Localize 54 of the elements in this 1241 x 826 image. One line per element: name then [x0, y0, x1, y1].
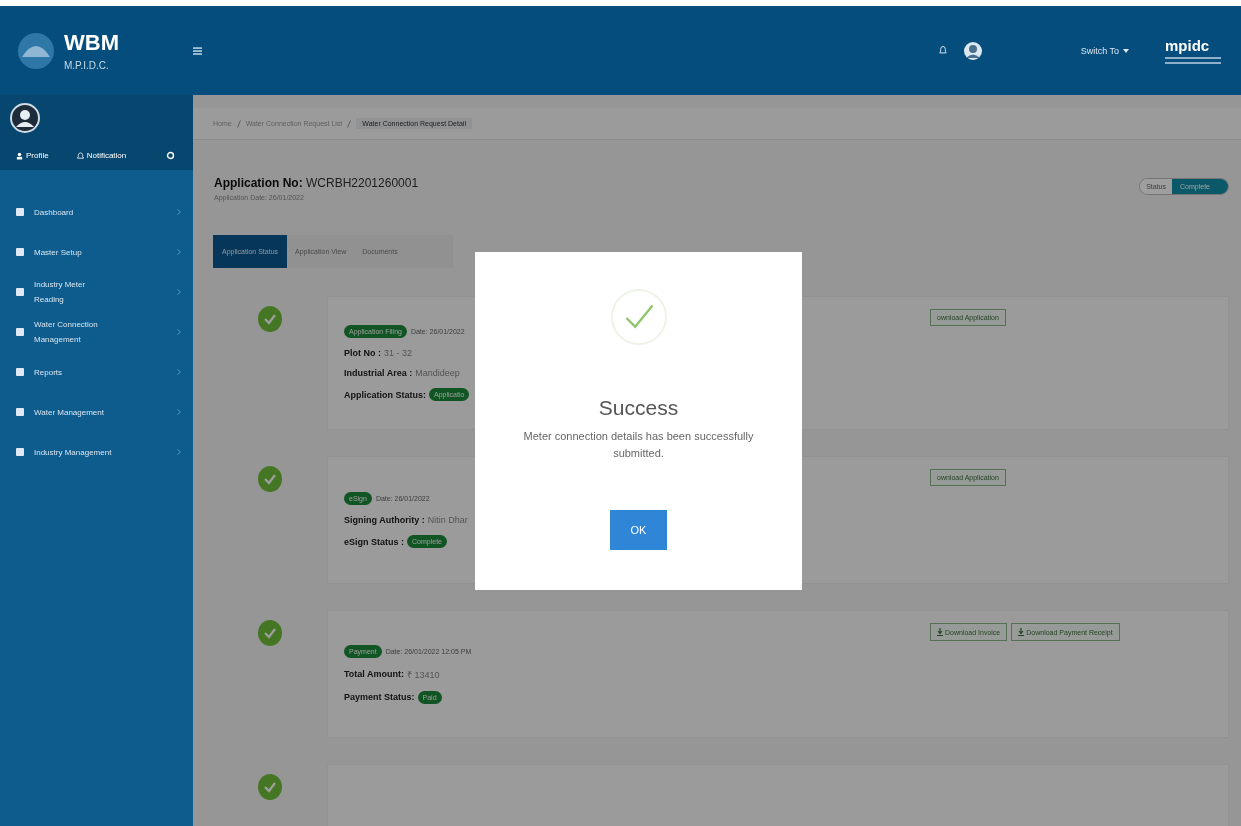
field-label: Signing Authority :	[344, 515, 425, 525]
menu-item-icon	[16, 448, 24, 456]
notification-link[interactable]: Notification	[76, 151, 127, 160]
app-name: WBM	[64, 30, 119, 56]
dialog-title: Success	[598, 396, 679, 420]
sidebar-item[interactable]: Master Setup	[0, 232, 193, 272]
menu-item-icon	[16, 248, 24, 256]
app-subtitle: M.P.I.D.C.	[64, 60, 110, 71]
sidebar-item[interactable]: Water Connection Management	[0, 312, 193, 352]
sidebar-item[interactable]: Industry Management	[0, 432, 193, 472]
user-avatar-icon[interactable]	[962, 40, 983, 61]
profile-avatar-icon	[10, 103, 40, 133]
dialog-message: Meter connection details has been successfully submitted.	[522, 429, 755, 461]
bell-icon[interactable]	[938, 45, 947, 56]
profile-link[interactable]: Profile	[16, 151, 49, 160]
chevron-icon	[177, 209, 181, 215]
slash-icon	[236, 119, 241, 128]
chevron-icon	[177, 249, 181, 255]
person-icon	[16, 151, 23, 160]
sidebar-item[interactable]: Dashboard	[0, 192, 193, 232]
ok-button[interactable]: OK	[610, 510, 667, 550]
field-label: Plot No :	[344, 348, 381, 358]
field-value: Mandideep	[415, 368, 460, 378]
menu-item-icon	[16, 408, 24, 416]
sidebar-item[interactable]: Water Management	[0, 392, 193, 432]
menu-item-icon	[16, 368, 24, 376]
sidebar-item[interactable]: Industry Meter Reading	[0, 272, 193, 312]
chevron-icon	[177, 409, 181, 415]
field-value: 31 - 32	[384, 348, 413, 358]
field-label: eSign Status :	[344, 536, 404, 547]
field-value: ₹ 13410	[407, 668, 440, 681]
field-label: Total Amount:	[344, 669, 404, 679]
chevron-icon	[177, 449, 181, 455]
field-label: Industrial Area :	[344, 368, 413, 378]
chevron-icon	[177, 329, 181, 335]
sidebar-item[interactable]: Reports	[0, 352, 193, 392]
application-number: Application No: WCRBH2201260001	[214, 176, 419, 190]
menu-icon[interactable]	[193, 45, 202, 56]
caret-icon	[1123, 48, 1129, 53]
field-label: Payment Status:	[344, 692, 415, 702]
menu-item-icon	[16, 208, 24, 216]
chevron-icon	[177, 289, 181, 295]
field-label: Application Status:	[344, 389, 426, 400]
chevron-icon	[177, 369, 181, 375]
bell-icon	[76, 151, 84, 160]
slash-icon	[347, 119, 352, 128]
check-circle-icon	[609, 288, 668, 346]
menu-item-icon	[16, 288, 24, 296]
menu-item-icon	[16, 328, 24, 336]
switch-to-dropdown[interactable]: Switch To	[1080, 45, 1129, 56]
partner-logo: mpidc	[1165, 37, 1221, 64]
globe-logo-icon	[16, 30, 56, 71]
field-value: Nitin Dhar	[427, 515, 468, 525]
settings-icon[interactable]	[166, 151, 175, 160]
